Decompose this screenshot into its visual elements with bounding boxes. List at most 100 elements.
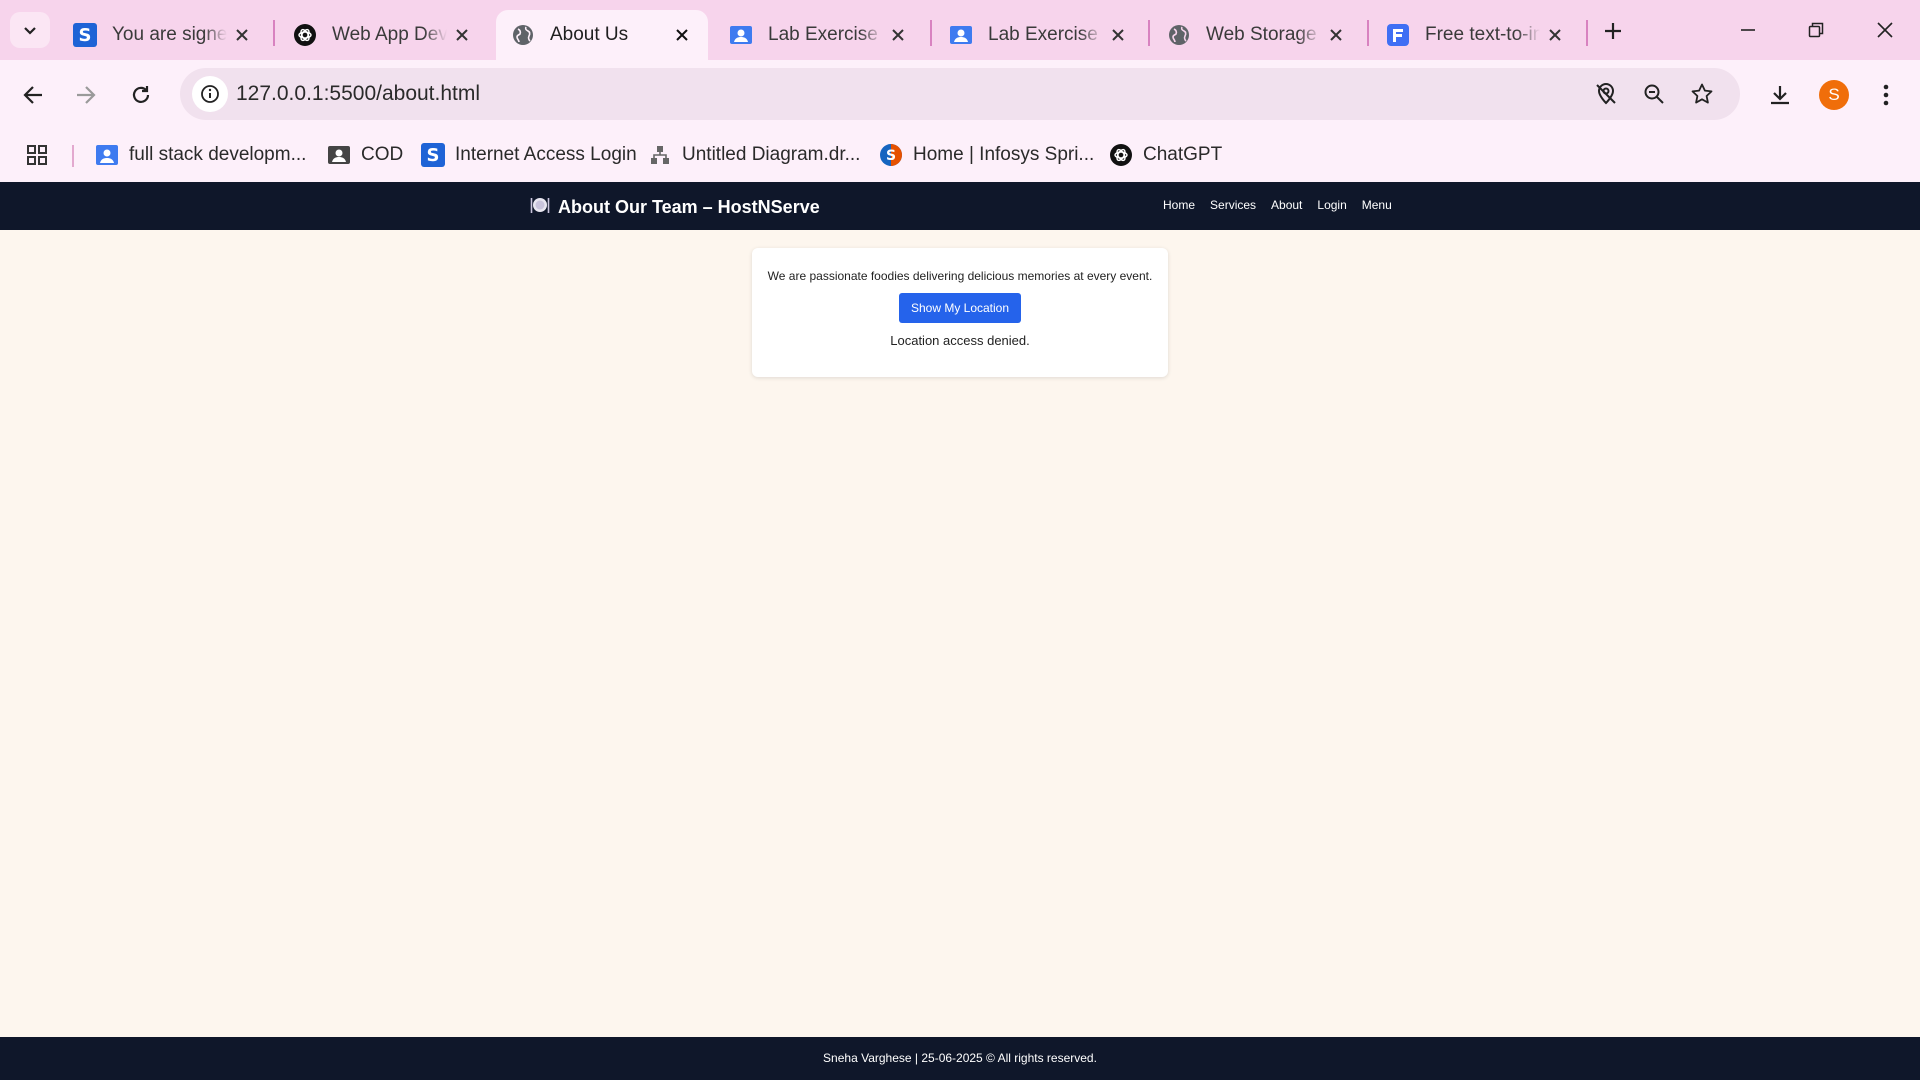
close-icon [1877, 22, 1893, 38]
bookmark-untitled-diagram[interactable]: Untitled Diagram.dr... [648, 137, 860, 173]
bookmark-infosys-springboard[interactable]: S Home | Infosys Spri... [879, 137, 1094, 173]
tab-lab-exercise-3[interactable]: Lab Exercise - 3 [934, 10, 1144, 60]
tab-title: Lab Exercise - 2 [768, 24, 883, 45]
bookmark-label: COD [361, 144, 404, 165]
site-nav: Home Services About Login Menu [1163, 198, 1392, 212]
tab-lab-exercise-2[interactable]: Lab Exercise - 2 [714, 10, 924, 60]
restore-button[interactable] [1793, 10, 1839, 50]
download-icon [1771, 86, 1789, 105]
bookmark-cod[interactable]: COD [327, 137, 403, 173]
minimize-button[interactable] [1725, 10, 1771, 50]
location-blocked-icon[interactable] [1590, 78, 1622, 110]
close-icon[interactable] [670, 23, 694, 47]
classroom-dark-icon [327, 143, 351, 167]
infosys-icon: S [879, 143, 903, 167]
site-title: About Our Team – HostNServe [530, 195, 820, 220]
s-blue-icon: S [421, 143, 445, 167]
nav-link-services[interactable]: Services [1210, 198, 1256, 212]
tab-divider [1586, 20, 1588, 46]
tab-title: Web Storage [1206, 24, 1317, 45]
url-text[interactable]: 127.0.0.1:5500/about.html [236, 82, 480, 106]
bookmark-label: ChatGPT [1143, 144, 1223, 165]
site-header: About Our Team – HostNServe Home Service… [0, 182, 1920, 230]
page-title: About Our Team – HostNServe [558, 197, 820, 217]
nav-link-home[interactable]: Home [1163, 198, 1195, 212]
close-window-button[interactable] [1862, 10, 1908, 50]
reload-icon [132, 86, 150, 103]
show-location-button[interactable]: Show My Location [898, 293, 1022, 323]
apps-button[interactable] [26, 137, 48, 173]
tab-web-app-dev[interactable]: Web App Development [278, 10, 488, 60]
tab-title: Free text-to-image [1425, 24, 1540, 45]
tab-title: You are signed in [112, 24, 227, 45]
plus-icon [1605, 23, 1621, 39]
tab-divider [273, 20, 275, 46]
globe-icon [510, 22, 536, 48]
nav-link-menu[interactable]: Menu [1362, 198, 1392, 212]
arrow-right-icon [77, 86, 96, 104]
downloads-button[interactable] [1762, 77, 1798, 113]
chevron-down-icon [24, 27, 36, 35]
close-icon[interactable] [1324, 23, 1348, 47]
bookmark-label: Home | Infosys Spri... [913, 144, 1095, 165]
bookmark-chatgpt[interactable]: ChatGPT [1109, 137, 1222, 173]
forward-button[interactable] [68, 77, 104, 113]
tab-divider [1148, 20, 1150, 46]
tab-signed-in[interactable]: S You are signed in [58, 10, 268, 60]
profile-avatar[interactable]: S [1819, 80, 1849, 110]
bookmarks-bar: full stack developm... COD S Internet Ac… [0, 129, 1920, 182]
browser-toolbar: 127.0.0.1:5500/about.html S [0, 60, 1920, 129]
address-bar[interactable]: 127.0.0.1:5500/about.html [180, 68, 1740, 120]
nav-link-login[interactable]: Login [1317, 198, 1346, 212]
chatgpt-icon [1109, 143, 1133, 167]
tab-title: Web App Development [332, 24, 447, 45]
close-icon[interactable] [230, 23, 254, 47]
location-status: Location access denied. [890, 333, 1030, 348]
tab-divider [1367, 20, 1369, 46]
bookmark-internet-access-login[interactable]: S Internet Access Login [421, 137, 637, 173]
classroom-icon [948, 22, 974, 48]
svg-text:S: S [886, 148, 896, 164]
tab-web-storage[interactable]: Web Storage [1152, 10, 1362, 60]
site-info-icon[interactable] [192, 76, 228, 112]
tab-title: About Us [550, 24, 629, 45]
bookmark-label: Untitled Diagram.dr... [682, 144, 861, 165]
minimize-icon [1741, 29, 1755, 31]
classroom-icon [95, 143, 119, 167]
zoom-icon[interactable] [1638, 78, 1670, 110]
about-card: We are passionate foodies delivering del… [752, 248, 1168, 377]
close-icon[interactable] [450, 23, 474, 47]
tab-search-button[interactable] [10, 12, 50, 48]
reload-button[interactable] [123, 77, 159, 113]
nav-link-about[interactable]: About [1271, 198, 1302, 212]
restore-icon [1808, 22, 1824, 38]
classroom-icon [728, 22, 754, 48]
forms-icon [1385, 22, 1411, 48]
tab-title: Lab Exercise - 3 [988, 24, 1103, 45]
footer-text: Sneha Varghese | 25-06-2025 © All rights… [823, 1051, 1097, 1065]
more-vertical-icon [1883, 84, 1889, 106]
tab-about-us[interactable]: About Us [496, 10, 708, 60]
arrow-left-icon [23, 86, 42, 104]
about-text: We are passionate foodies delivering del… [767, 269, 1153, 283]
close-icon[interactable] [886, 23, 910, 47]
back-button[interactable] [15, 77, 51, 113]
bookmark-label: full stack developm... [129, 144, 307, 165]
s-blue-icon: S [72, 22, 98, 48]
new-tab-button[interactable] [1596, 14, 1630, 48]
bookmark-divider [72, 145, 74, 167]
close-icon[interactable] [1543, 23, 1567, 47]
star-icon[interactable] [1686, 78, 1718, 110]
bookmark-full-stack[interactable]: full stack developm... [95, 137, 306, 173]
close-icon[interactable] [1106, 23, 1130, 47]
plate-icon [530, 195, 550, 220]
tab-free-text-to-image[interactable]: Free text-to-image [1371, 10, 1581, 60]
apps-grid-icon [27, 145, 47, 165]
bookmark-label: Internet Access Login [455, 144, 637, 165]
diagram-icon [648, 143, 672, 167]
tab-strip: S You are signed in Web App Development … [0, 0, 1920, 60]
browser-menu-button[interactable] [1868, 77, 1904, 113]
tab-divider [930, 20, 932, 46]
globe-icon [1166, 22, 1192, 48]
chatgpt-icon [292, 22, 318, 48]
